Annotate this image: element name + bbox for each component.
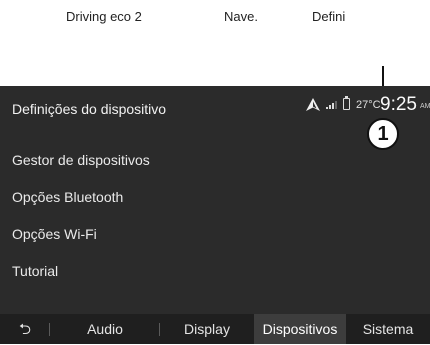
page-header-labels: Driving eco 2 Nave. Defini [0, 0, 430, 40]
back-arrow-icon: ⮌ [18, 321, 31, 338]
clock-suffix: AM [420, 103, 430, 110]
settings-menu-list: Gestor de dispositivos Opções Bluetooth … [0, 142, 430, 290]
navigation-arrow-icon [306, 98, 320, 111]
tab-audio[interactable]: Audio [50, 314, 160, 344]
clock: 9:25 [380, 94, 417, 115]
menu-item-wifi-options[interactable]: Opções Wi-Fi [0, 216, 430, 253]
status-bar: Definições do dispositivo 27°C 9:25 AM [0, 86, 430, 126]
tab-dispositivos[interactable]: Dispositivos [254, 314, 346, 344]
battery-icon [343, 96, 350, 110]
label-driving-eco: Driving eco 2 [66, 9, 142, 24]
menu-item-tutorial[interactable]: Tutorial [0, 253, 430, 290]
tab-dispositivos-label: Dispositivos [262, 321, 338, 337]
signal-icon [326, 101, 337, 109]
tab-audio-label: Audio [87, 321, 123, 337]
label-definitions: Defini [312, 9, 346, 24]
callout-badge: 1 [367, 118, 399, 150]
tab-display[interactable]: Display [160, 314, 254, 344]
back-button[interactable]: ⮌ [0, 314, 50, 344]
menu-item-bluetooth-options[interactable]: Opções Bluetooth [0, 179, 430, 216]
menu-item-device-manager[interactable]: Gestor de dispositivos [0, 142, 430, 179]
bottom-tab-bar: ⮌ Audio Display Dispositivos Sistema [0, 314, 430, 344]
tab-sistema-label: Sistema [362, 321, 414, 337]
device-settings-screen: Definições do dispositivo 27°C 9:25 AM G… [0, 86, 430, 344]
tab-sistema[interactable]: Sistema [346, 314, 430, 344]
tab-display-label: Display [184, 321, 230, 337]
page-title: Definições do dispositivo [12, 101, 167, 117]
temperature-readout: 27°C [356, 99, 381, 111]
label-navigation: Nave. [224, 9, 258, 24]
